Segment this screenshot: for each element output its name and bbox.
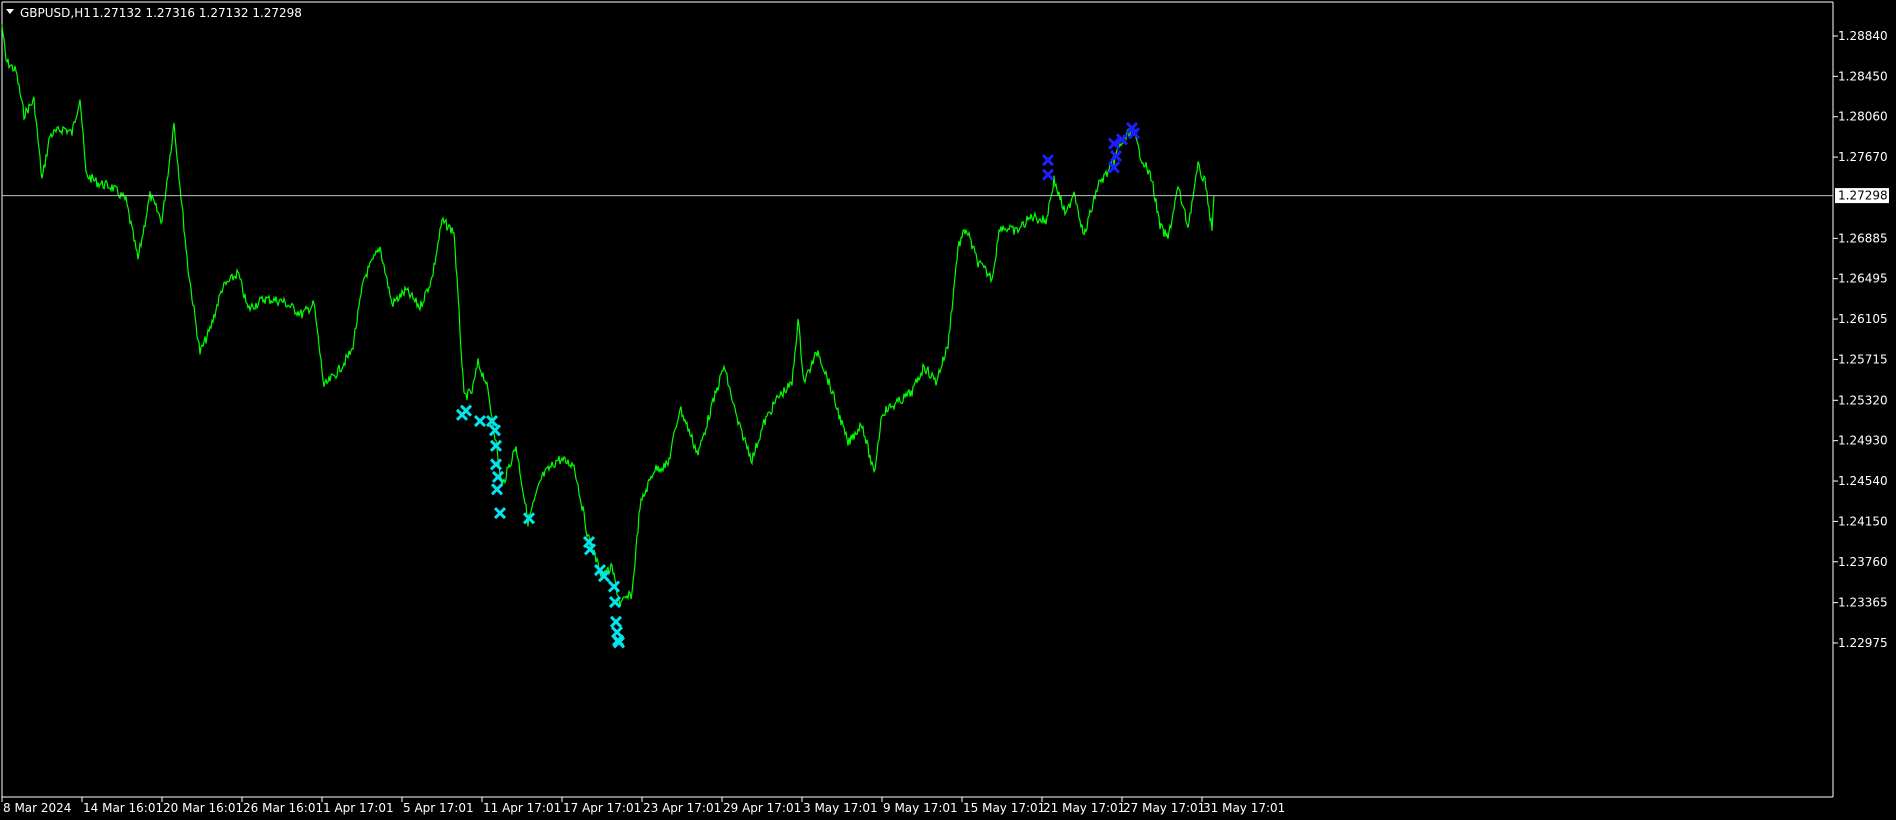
price-line xyxy=(1,24,1215,607)
sell-marker xyxy=(491,470,505,483)
price-series-layer xyxy=(1,24,1215,607)
trade-markers-layer xyxy=(455,122,1141,649)
price-tick-label: 1.26495 xyxy=(1838,272,1888,286)
time-tick-label: 3 May 17:01 xyxy=(803,801,878,815)
sell-marker xyxy=(608,596,622,609)
time-tick-label: 11 Apr 17:01 xyxy=(483,801,561,815)
time-axis: 8 Mar 2024 14 Mar 16:01 20 Mar 16:01 26 Mar… xyxy=(1,797,1285,815)
buy-marker xyxy=(1041,168,1055,181)
price-tick-label: 1.25715 xyxy=(1838,352,1888,366)
time-tick-label: 1 Apr 17:01 xyxy=(323,801,394,815)
sell-marker xyxy=(459,404,473,417)
time-tick-label: 23 Apr 17:01 xyxy=(643,801,721,815)
price-tick-label: 1.24930 xyxy=(1838,434,1888,448)
time-tick-label: 17 Apr 17:01 xyxy=(563,801,641,815)
current-price-label: 1.27298 xyxy=(1838,189,1888,203)
sell-marker xyxy=(490,483,504,496)
time-tick-label: 5 Apr 17:01 xyxy=(403,801,474,815)
chart-menu-triangle-icon[interactable] xyxy=(6,9,14,14)
time-tick-label: 26 Mar 16:01 xyxy=(243,801,323,815)
price-tick-label: 1.25320 xyxy=(1838,393,1888,407)
time-tick-label: 31 May 17:01 xyxy=(1203,801,1285,815)
price-tick-label: 1.26105 xyxy=(1838,312,1888,326)
time-tick-label: 20 Mar 16:01 xyxy=(163,801,243,815)
price-tick-label: 1.22975 xyxy=(1838,636,1888,650)
symbol-title: GBPUSD,H1 xyxy=(20,6,91,20)
price-tick-label: 1.28450 xyxy=(1838,69,1888,83)
sell-marker xyxy=(493,507,507,520)
time-tick-label: 27 May 17:01 xyxy=(1123,801,1205,815)
time-tick-label: 29 Apr 17:01 xyxy=(723,801,801,815)
chart-window[interactable]: GBPUSD,H1 1.27132 1.27316 1.27132 1.2729… xyxy=(0,0,1896,820)
sell-marker xyxy=(609,615,623,628)
sell-marker xyxy=(488,424,502,437)
price-tick-label: 1.23365 xyxy=(1838,596,1888,610)
price-chart[interactable]: GBPUSD,H1 1.27132 1.27316 1.27132 1.2729… xyxy=(0,0,1896,820)
time-tick-label: 8 Mar 2024 xyxy=(3,801,71,815)
time-tick-label: 9 May 17:01 xyxy=(883,801,958,815)
time-tick-label: 14 Mar 16:01 xyxy=(83,801,163,815)
sell-marker xyxy=(473,414,487,428)
price-tick-label: 1.27670 xyxy=(1838,150,1888,164)
ohlc-values: 1.27132 1.27316 1.27132 1.27298 xyxy=(92,6,302,20)
price-tick-label: 1.23760 xyxy=(1838,555,1888,569)
sell-marker xyxy=(607,580,621,593)
price-tick-label: 1.28060 xyxy=(1838,110,1888,124)
time-tick-label: 21 May 17:01 xyxy=(1043,801,1125,815)
price-axis: 1.28840 1.28450 1.28060 1.27670 1.26885 1.264… xyxy=(1833,29,1888,650)
time-tick-label: 15 May 17:01 xyxy=(963,801,1045,815)
price-tick-label: 1.26885 xyxy=(1838,231,1888,245)
price-tick-label: 1.28840 xyxy=(1838,29,1888,43)
price-tick-label: 1.24540 xyxy=(1838,474,1888,488)
buy-marker xyxy=(1041,154,1055,167)
price-tick-label: 1.24150 xyxy=(1838,514,1888,528)
